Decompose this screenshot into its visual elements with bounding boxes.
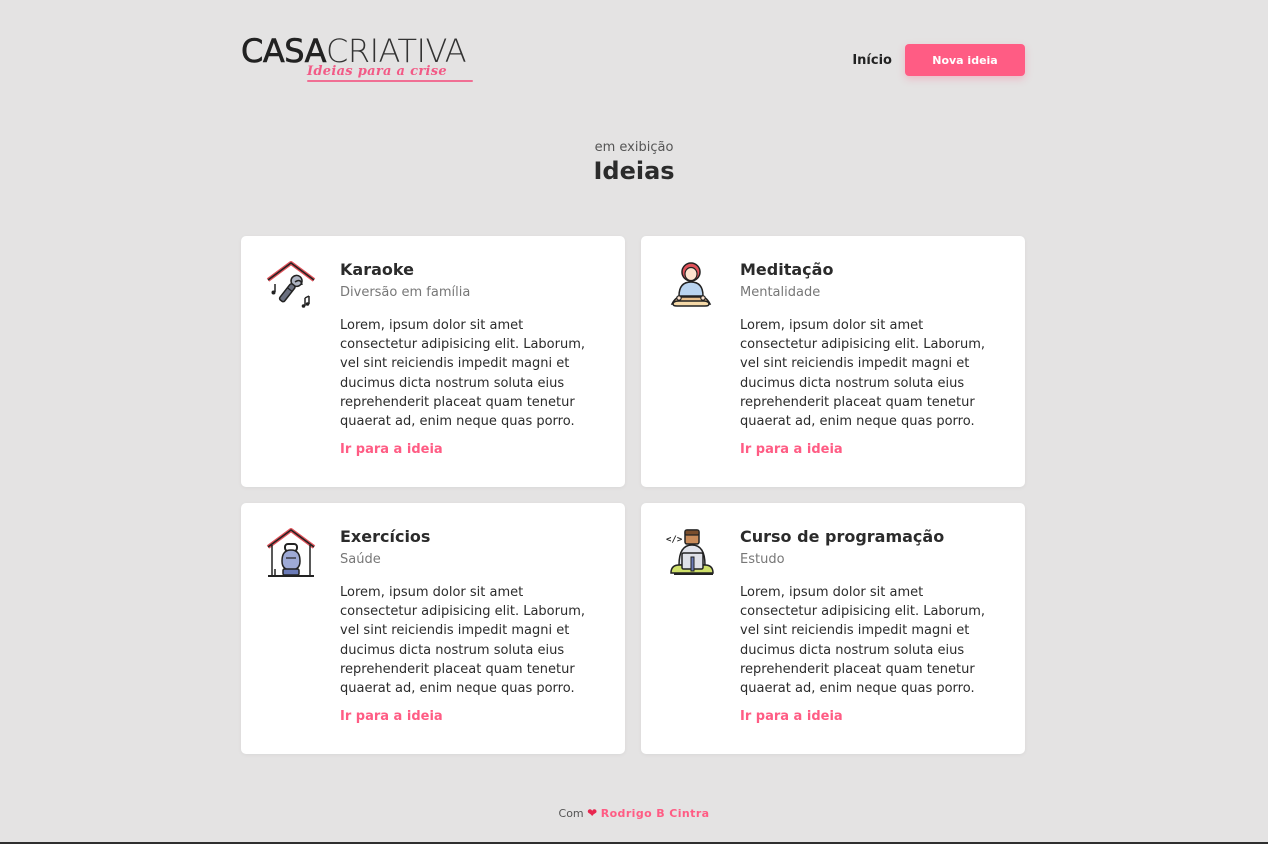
meditation-person-icon: [665, 260, 717, 312]
idea-description: Lorem, ipsum dolor sit amet consectetur …: [740, 585, 986, 697]
idea-description: Lorem, ipsum dolor sit amet consectetur …: [340, 585, 586, 697]
logo[interactable]: CASACRIATIVA Ideias para a crise: [241, 34, 481, 84]
idea-title: Exercícios: [340, 527, 431, 546]
go-to-idea-link[interactable]: Ir para a ideia: [340, 442, 443, 457]
site-header: CASACRIATIVA Ideias para a crise Início …: [241, 34, 1025, 84]
footer-prefix: Com: [558, 807, 584, 820]
idea-description: Lorem, ipsum dolor sit amet consectetur …: [740, 318, 986, 430]
footer-author-link[interactable]: Rodrigo B Cintra: [601, 807, 710, 820]
idea-card: Meditação Mentalidade Lorem, ipsum dolor…: [641, 236, 1025, 487]
section-eyebrow: em exibição: [594, 140, 674, 155]
idea-category: Saúde: [340, 552, 381, 567]
idea-title: Karaoke: [340, 260, 414, 279]
new-idea-button[interactable]: Nova ideia: [905, 44, 1025, 76]
idea-card-body: Meditação Mentalidade Lorem, ipsum dolor…: [740, 260, 1002, 457]
idea-category: Diversão em família: [340, 285, 471, 300]
idea-title: Meditação: [740, 260, 834, 279]
idea-title: Curso de programação: [740, 527, 945, 546]
main-nav: Início Nova ideia: [852, 44, 1025, 76]
go-to-idea-link[interactable]: Ir para a ideia: [340, 709, 443, 724]
idea-card: Exercícios Saúde Lorem, ipsum dolor sit …: [241, 503, 625, 754]
programmer-laptop-icon: </>: [665, 527, 717, 579]
idea-category: Mentalidade: [740, 285, 821, 300]
exercise-house-kettlebell-icon: [265, 527, 317, 579]
logo-wordmark: CASACRIATIVA: [241, 34, 467, 69]
logo-underline: [307, 80, 473, 82]
idea-card-body: Curso de programação Estudo Lorem, ipsum…: [740, 527, 1002, 724]
go-to-idea-link[interactable]: Ir para a ideia: [740, 442, 843, 457]
heart-icon: ❤: [587, 806, 598, 820]
idea-card-body: Karaoke Diversão em família Lorem, ipsum…: [340, 260, 602, 457]
idea-card-body: Exercícios Saúde Lorem, ipsum dolor sit …: [340, 527, 602, 724]
svg-text:</>: </>: [666, 535, 683, 545]
idea-description: Lorem, ipsum dolor sit amet consectetur …: [340, 318, 586, 430]
logo-tagline: Ideias para a crise: [307, 64, 447, 79]
idea-category: Estudo: [740, 552, 785, 567]
idea-card: Karaoke Diversão em família Lorem, ipsum…: [241, 236, 625, 487]
section-heading: em exibição Ideias: [0, 140, 1268, 185]
go-to-idea-link[interactable]: Ir para a ideia: [740, 709, 843, 724]
section-title: Ideias: [593, 157, 675, 185]
idea-card: </> Curso de programação Estudo Lorem, i…: [641, 503, 1025, 754]
site-footer: Com ❤ Rodrigo B Cintra: [0, 806, 1268, 820]
nav-home-link[interactable]: Início: [852, 53, 892, 68]
karaoke-house-microphone-icon: [265, 260, 317, 312]
